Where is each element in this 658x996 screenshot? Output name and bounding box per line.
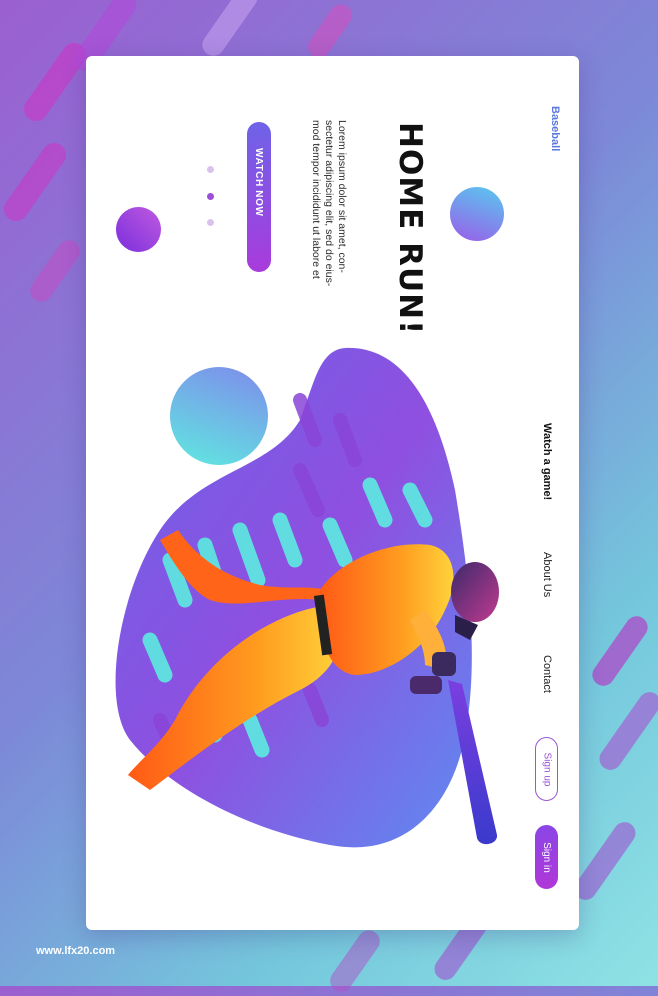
play-triangle-icon bbox=[255, 356, 263, 363]
hero-headline: HOME RUN! bbox=[392, 122, 428, 336]
signin-button[interactable]: Sign in bbox=[535, 825, 558, 889]
carousel-dot-active[interactable] bbox=[207, 193, 214, 200]
decor-circle bbox=[170, 367, 268, 465]
watch-now-button[interactable]: WATCH NOW bbox=[247, 122, 271, 363]
nav-item-contact[interactable]: Contact bbox=[541, 655, 553, 693]
watermark: www.lfx20.com bbox=[36, 945, 116, 957]
nav-item-about-us[interactable]: About Us bbox=[541, 552, 553, 597]
signup-button[interactable]: Sign up bbox=[535, 737, 558, 801]
decor-circle bbox=[450, 187, 504, 241]
nav-item-watch-game[interactable]: Watch a game! bbox=[541, 423, 553, 500]
brand-logo[interactable]: Baseball bbox=[549, 106, 561, 151]
carousel-dot[interactable] bbox=[207, 219, 214, 226]
decor-circle bbox=[116, 207, 161, 252]
hero-body: Lorem ipsum dolor sit amet, con-sectetur… bbox=[310, 120, 348, 287]
signin-label: Sign in bbox=[541, 841, 553, 873]
signup-label: Sign up bbox=[541, 752, 553, 786]
watch-now-label: WATCH NOW bbox=[253, 148, 264, 217]
carousel-dot[interactable] bbox=[207, 166, 214, 173]
